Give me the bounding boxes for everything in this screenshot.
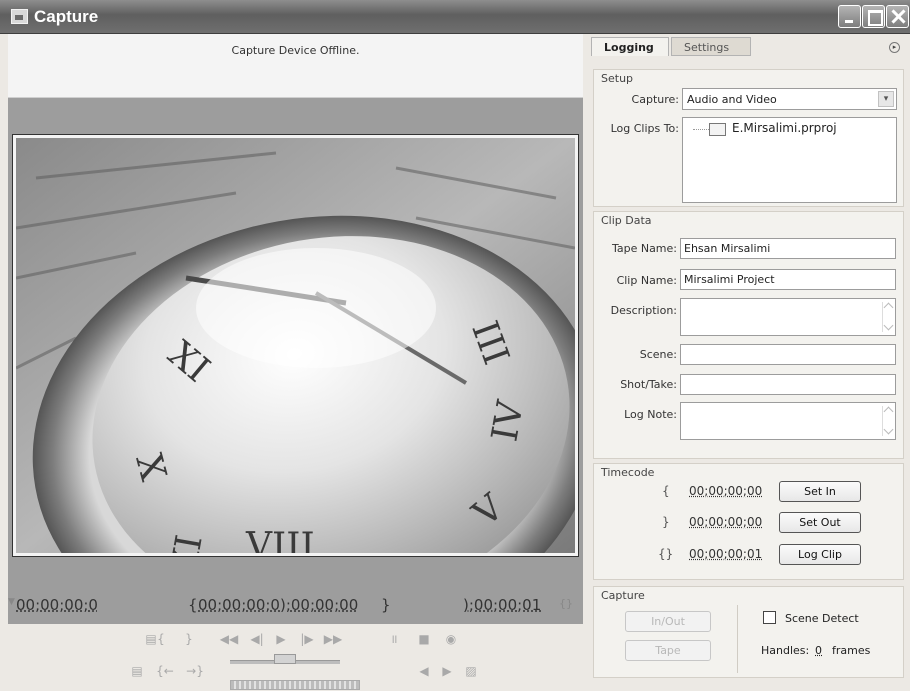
next-scene-button[interactable]: ▶ — [436, 662, 458, 680]
tape-capture-button[interactable]: Tape — [625, 640, 711, 661]
clip-data-label: Clip Data — [601, 214, 652, 227]
title-bar[interactable]: Capture — [0, 0, 910, 34]
capture-divider — [737, 605, 738, 673]
in-point-icon: { — [662, 484, 670, 498]
tab-logging[interactable]: Logging — [591, 37, 669, 56]
rewind-button[interactable]: ◀◀ — [218, 630, 240, 648]
scene-search-icon[interactable]: ▨ — [460, 662, 482, 680]
capture-select-value: Audio and Video — [687, 93, 777, 106]
in-point-brace: { — [188, 596, 198, 614]
log-note-label: Log Note: — [624, 408, 677, 421]
timecode-label: Timecode — [601, 466, 655, 479]
duration-icon: {} — [658, 547, 674, 561]
scene-detect-label: Scene Detect — [785, 612, 859, 625]
in-out-capture-button[interactable]: In/Out — [625, 611, 711, 632]
log-clip-clapper-icon[interactable]: ▤ — [126, 662, 148, 680]
log-clips-to-item[interactable]: E.Mirsalimi.prproj — [732, 121, 837, 135]
current-time-marker-icon: ▼ — [8, 597, 15, 607]
frames-label: frames — [832, 644, 871, 657]
set-out-button[interactable]: Set Out — [779, 512, 861, 533]
monitor-timecode-bar: ▼ 00;00;00;0 { 00;00;00;0);00;00;00 } );… — [8, 592, 583, 616]
tape-name-label: Tape Name: — [611, 242, 677, 255]
log-note-scrollbar[interactable] — [882, 406, 893, 436]
setup-label: Setup — [601, 72, 634, 85]
video-preview: XI X IX VIII VII V IV III — [12, 134, 579, 557]
out-point-brace: } — [381, 596, 391, 614]
device-status: Capture Device Offline. — [8, 34, 583, 98]
logging-panel: Logging Settings ▸ Setup Capture: Audio … — [587, 34, 910, 691]
chevron-down-icon[interactable]: ▾ — [878, 91, 894, 107]
timecode-group: Timecode { 00;00;00;00 Set In } 00;00;00… — [593, 463, 904, 580]
shot-take-field[interactable] — [680, 374, 896, 395]
handles-label: Handles: — [761, 644, 810, 657]
minimize-button[interactable] — [838, 5, 861, 28]
in-out-timecode[interactable]: 00;00;00;0);00;00;00 — [198, 596, 358, 614]
tree-connector — [693, 129, 709, 130]
jog-knob[interactable] — [274, 654, 296, 664]
previous-scene-button[interactable]: ◀ — [413, 662, 435, 680]
pocket-watch-image: XI X IX VIII VII V IV III — [16, 138, 575, 553]
panel-menu-icon[interactable]: ▸ — [889, 42, 900, 53]
out-timecode[interactable]: 00;00;00;00 — [689, 515, 762, 529]
capture-group-label: Capture — [601, 589, 645, 602]
maximize-button[interactable] — [862, 5, 885, 28]
clip-name-label: Clip Name: — [616, 274, 677, 287]
step-back-button[interactable]: ◀| — [246, 630, 268, 648]
svg-text:IV: IV — [484, 397, 532, 445]
set-in-point-button[interactable]: { — [150, 630, 172, 648]
duration-icon: {} — [559, 597, 573, 610]
step-forward-button[interactable]: |▶ — [296, 630, 318, 648]
description-field[interactable] — [680, 298, 896, 336]
log-clips-to-tree[interactable]: E.Mirsalimi.prproj — [682, 117, 897, 203]
play-button[interactable]: ▶ — [270, 630, 292, 648]
capture-group: Capture In/Out Tape Scene Detect Handles… — [593, 586, 904, 678]
set-in-button[interactable]: Set In — [779, 481, 861, 502]
description-scrollbar[interactable] — [882, 302, 893, 332]
log-note-field[interactable] — [680, 402, 896, 440]
shot-take-label: Shot/Take: — [620, 378, 677, 391]
go-to-in-button[interactable]: {← — [154, 662, 176, 680]
out-point-icon: } — [662, 515, 670, 529]
current-timecode[interactable]: 00;00;00;0 — [16, 596, 98, 614]
log-clips-to-label: Log Clips To: — [610, 122, 679, 135]
scene-label: Scene: — [639, 348, 677, 361]
folder-icon — [709, 123, 726, 136]
panel-tabs: Logging Settings ▸ — [587, 34, 910, 56]
capture-label: Capture: — [631, 93, 679, 106]
log-clip-button[interactable]: Log Clip — [779, 544, 861, 565]
capture-select[interactable]: Audio and Video ▾ — [682, 88, 897, 110]
handles-value[interactable]: 0 — [815, 644, 822, 657]
fast-forward-button[interactable]: ▶▶ — [322, 630, 344, 648]
stop-button[interactable]: ■ — [413, 630, 435, 648]
tab-settings[interactable]: Settings — [671, 37, 751, 56]
duration-timecode[interactable]: 00;00;00;01 — [689, 547, 762, 561]
capture-window: Capture Capture Device Offline. XI X VII… — [0, 0, 910, 691]
pause-button[interactable]: ॥ — [383, 630, 405, 648]
tape-name-field[interactable]: Ehsan Mirsalimi — [680, 238, 896, 259]
scene-detect-checkbox[interactable] — [763, 611, 776, 624]
close-button[interactable] — [886, 5, 909, 28]
capture-app-icon — [11, 9, 28, 24]
capture-monitor: Capture Device Offline. XI X VIII V IV I… — [8, 34, 583, 690]
window-title: Capture — [34, 7, 99, 26]
duration-timecode[interactable]: );00;00;01 — [463, 596, 541, 614]
go-to-out-button[interactable]: →} — [184, 662, 206, 680]
shuttle-control[interactable] — [230, 680, 360, 690]
svg-text:VIII: VIII — [245, 526, 315, 553]
scene-field[interactable] — [680, 344, 896, 365]
svg-text:VII: VII — [345, 551, 400, 553]
setup-group: Setup Capture: Audio and Video ▾ Log Cli… — [593, 69, 904, 207]
description-label: Description: — [610, 304, 677, 317]
set-out-point-button[interactable]: } — [178, 630, 200, 648]
in-timecode[interactable]: 00;00;00;00 — [689, 484, 762, 498]
record-button[interactable]: ◉ — [440, 630, 462, 648]
clip-name-field[interactable]: Mirsalimi Project — [680, 269, 896, 290]
clip-data-group: Clip Data Tape Name: Ehsan Mirsalimi Cli… — [593, 211, 904, 459]
